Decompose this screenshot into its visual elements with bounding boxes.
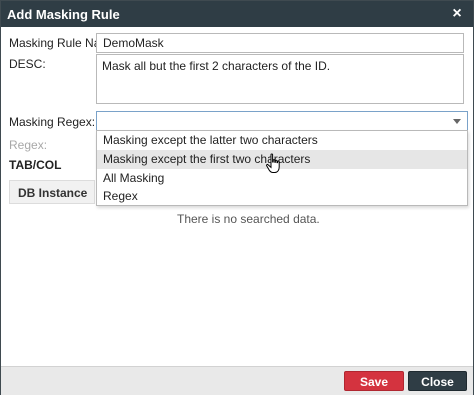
dialog-title: Add Masking Rule	[7, 7, 120, 22]
empty-message: There is no searched data.	[177, 212, 320, 226]
regex-label: Regex:	[9, 138, 48, 152]
add-masking-rule-dialog: Add Masking Rule × Masking Rule Na... DE…	[0, 0, 474, 395]
save-button[interactable]: Save	[344, 371, 404, 391]
desc-textarea[interactable]: Mask all but the first 2 characters of t…	[96, 54, 464, 104]
dropdown-option[interactable]: Masking except the latter two characters	[97, 131, 467, 150]
db-instance-header-label: DB Instance	[18, 186, 88, 200]
masking-regex-label: Masking Regex:	[9, 115, 96, 129]
masking-regex-select[interactable]	[96, 111, 468, 131]
dialog-footer: Save Close	[1, 366, 473, 395]
hand-pointer-icon	[266, 153, 280, 173]
db-instance-column-header[interactable]: DB Instance	[9, 180, 95, 204]
close-icon[interactable]: ×	[447, 4, 467, 24]
close-button[interactable]: Close	[408, 371, 467, 391]
dropdown-option[interactable]: Regex	[97, 187, 467, 206]
desc-label: DESC:	[9, 57, 46, 71]
rule-name-input[interactable]	[96, 33, 464, 53]
tabcol-title: TAB/COL	[9, 158, 62, 172]
dialog-titlebar: Add Masking Rule ×	[1, 1, 473, 27]
chevron-down-icon[interactable]	[453, 119, 461, 124]
